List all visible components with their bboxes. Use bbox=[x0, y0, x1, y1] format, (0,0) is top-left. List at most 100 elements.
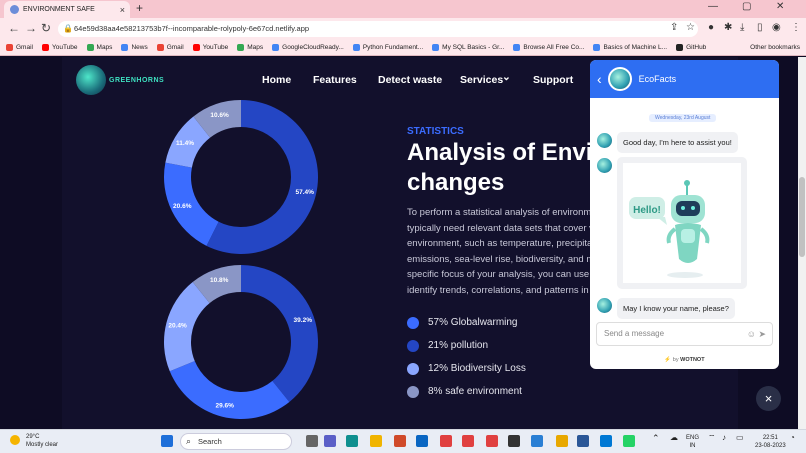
window-close-icon[interactable]: ✕ bbox=[776, 1, 784, 12]
bookmark-mysql[interactable]: My SQL Basics - Gr... bbox=[432, 44, 504, 51]
donut-slice-label: 11.4% bbox=[176, 140, 194, 147]
bookmark-youtube-2[interactable]: YouTube bbox=[192, 44, 228, 51]
language-indicator[interactable]: ENG IN bbox=[686, 434, 699, 450]
app-icon[interactable] bbox=[394, 435, 406, 447]
forward-icon[interactable]: → bbox=[25, 21, 37, 35]
bookmark-ml[interactable]: Basics of Machine L... bbox=[593, 44, 667, 51]
minimize-icon[interactable]: — bbox=[708, 1, 718, 12]
nav-home[interactable]: Home bbox=[262, 74, 291, 86]
donut-slice-label: 20.4% bbox=[168, 323, 187, 330]
bookmark-googlecloud[interactable]: GoogleCloudReady... bbox=[272, 44, 344, 51]
youtube-app-icon-3[interactable] bbox=[486, 435, 498, 447]
weather-moon-icon bbox=[10, 435, 20, 445]
maximize-icon[interactable]: ▢ bbox=[742, 1, 751, 12]
profile-avatar[interactable]: ◉ bbox=[772, 22, 781, 33]
bookmark-news[interactable]: News bbox=[121, 44, 148, 51]
file-explorer-icon[interactable] bbox=[370, 435, 382, 447]
page-scrollbar[interactable] bbox=[798, 57, 806, 429]
battery-icon[interactable]: ▭ bbox=[736, 434, 744, 442]
chat-back-icon[interactable]: ‹ bbox=[597, 71, 602, 87]
task-view-icon[interactable] bbox=[306, 435, 318, 447]
donut-chart-2: 39.2% 29.6% 20.4% 10.8% bbox=[164, 265, 319, 419]
chevron-down-icon: ⌄ bbox=[502, 71, 511, 83]
youtube-app-icon-2[interactable] bbox=[462, 435, 474, 447]
donut-slice-label: 57.4% bbox=[296, 189, 315, 196]
linkedin-icon[interactable] bbox=[416, 435, 428, 447]
tab-close-icon[interactable]: × bbox=[120, 5, 125, 15]
paragraph-line: emissions, sea-level rise, biodiversity,… bbox=[407, 253, 592, 265]
bookmark-youtube[interactable]: YouTube bbox=[41, 44, 78, 51]
paragraph-line: identify trends, correlations, and patte… bbox=[407, 284, 589, 296]
bookmark-maps-2[interactable]: Maps bbox=[237, 44, 263, 51]
browser-tab[interactable]: ENVIRONMENT SAFE × bbox=[4, 1, 130, 18]
cloud-icon[interactable]: ☁ bbox=[670, 434, 678, 442]
chrome-icon[interactable] bbox=[556, 435, 568, 447]
search-icon: ⌕ bbox=[186, 436, 192, 446]
legend-item: 57% Globalwarming bbox=[407, 311, 526, 334]
emoji-icon[interactable]: ☺ bbox=[747, 329, 756, 339]
browser-menu-icon[interactable]: ⋮ bbox=[791, 22, 801, 33]
wifi-icon[interactable]: ⌔ bbox=[708, 434, 716, 442]
hello-text: Hello! bbox=[633, 205, 661, 216]
start-icon[interactable] bbox=[161, 435, 173, 447]
section-label: STATISTICS bbox=[407, 126, 464, 137]
chat-close-button[interactable]: × bbox=[756, 386, 781, 411]
nav-services[interactable]: Services bbox=[460, 74, 503, 86]
extensions-icon[interactable]: ✱ bbox=[724, 22, 732, 33]
volume-icon[interactable]: ♪ bbox=[722, 434, 726, 442]
bookmark-github[interactable]: GitHub bbox=[676, 44, 706, 51]
download-icon[interactable]: ⤓ bbox=[740, 22, 744, 33]
donut-slice[interactable] bbox=[169, 360, 290, 419]
chat-image-message: Hello! bbox=[617, 157, 747, 289]
other-bookmarks[interactable]: Other bookmarks bbox=[750, 44, 800, 51]
url-input[interactable]: 🔒 64e59d38aa4e58213753b7f--incomparable-… bbox=[58, 21, 698, 37]
bot-avatar-small bbox=[597, 298, 612, 313]
mail-icon[interactable] bbox=[600, 435, 612, 447]
chat-message-input[interactable]: Send a message ☺ ➤ bbox=[596, 322, 773, 346]
youtube-app-icon[interactable] bbox=[440, 435, 452, 447]
weather-widget[interactable]: 29°C Mostly clear bbox=[10, 433, 58, 449]
back-icon[interactable]: ← bbox=[8, 21, 20, 35]
bookmark-gmail-2[interactable]: Gmail bbox=[156, 44, 184, 51]
nav-detect-waste[interactable]: Detect waste bbox=[378, 74, 442, 86]
reload-icon[interactable]: ↻ bbox=[41, 21, 51, 35]
donut-slice-label: 29.6% bbox=[215, 402, 234, 409]
sidepanel-icon[interactable]: ▯ bbox=[757, 22, 763, 33]
taskbar-search-input[interactable]: ⌕ Search bbox=[180, 433, 292, 450]
bookmark-maps[interactable]: Maps bbox=[86, 44, 112, 51]
paragraph-line: specific focus of your analysis, you can… bbox=[407, 269, 590, 280]
bookmark-gmail[interactable]: Gmail bbox=[6, 44, 33, 51]
send-icon[interactable]: ➤ bbox=[758, 329, 766, 339]
scrollbar-thumb[interactable] bbox=[799, 177, 805, 257]
chat-input-placeholder: Send a message bbox=[604, 329, 665, 338]
paragraph-line: environment, such as temperature, precip… bbox=[407, 238, 592, 249]
vscode-icon[interactable] bbox=[531, 435, 543, 447]
donut-slice-label: 10.6% bbox=[210, 112, 229, 119]
site-logo[interactable]: GREENHORNS bbox=[76, 65, 164, 95]
bookmark-python[interactable]: Python Fundament... bbox=[352, 44, 423, 51]
new-tab-button[interactable]: + bbox=[136, 1, 143, 15]
weather-desc: Mostly clear bbox=[26, 442, 59, 448]
share-icon[interactable]: ⇪ bbox=[670, 22, 678, 33]
nav-features[interactable]: Features bbox=[313, 74, 357, 86]
powered-by[interactable]: ⚡ by WOTNOT bbox=[590, 357, 779, 363]
clock[interactable]: 22:51 23-08-2023 bbox=[755, 434, 786, 450]
terminal-icon[interactable] bbox=[508, 435, 520, 447]
weather-temp: 29°C bbox=[26, 434, 40, 440]
bookmark-browse[interactable]: Browse All Free Co... bbox=[513, 44, 584, 51]
nav-support[interactable]: Support bbox=[533, 74, 573, 86]
bookmark-star-icon[interactable]: ☆ bbox=[686, 22, 695, 33]
legend-dot-icon bbox=[407, 339, 419, 352]
tray-overflow-icon[interactable]: ⌃ bbox=[652, 434, 660, 443]
paragraph-line: To perform a statistical analysis of env… bbox=[407, 207, 592, 218]
whatsapp-icon[interactable] bbox=[623, 435, 635, 447]
edge-icon[interactable] bbox=[346, 435, 358, 447]
donut-slice[interactable] bbox=[241, 265, 319, 402]
extension-dot-icon[interactable]: ● bbox=[708, 22, 714, 33]
legend-dot-icon bbox=[407, 362, 419, 375]
notifications-icon[interactable]: ◔ bbox=[790, 434, 795, 442]
teams-icon[interactable] bbox=[324, 435, 336, 447]
word-icon[interactable] bbox=[577, 435, 589, 447]
tab-title: ENVIRONMENT SAFE bbox=[23, 6, 95, 13]
bot-avatar-small bbox=[597, 133, 612, 148]
